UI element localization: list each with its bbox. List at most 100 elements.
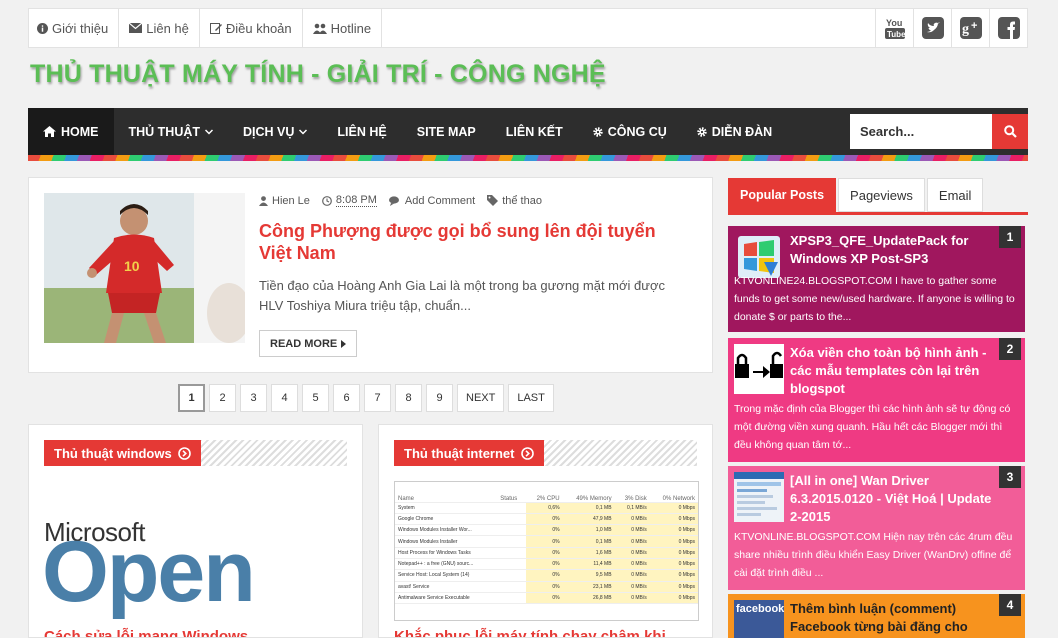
table-cell: 0 MB/s xyxy=(614,592,650,605)
page-last[interactable]: LAST xyxy=(508,384,554,412)
nav-item-contact[interactable]: LIÊN HỆ xyxy=(322,108,401,155)
popular-post-title: Xóa viền cho toàn bộ hình ảnh - các mẫu … xyxy=(790,345,987,396)
page-link[interactable]: 8 xyxy=(395,384,422,412)
top-link-about[interactable]: Giới thiệu xyxy=(29,9,120,47)
table-cell: Windows Modules Installer xyxy=(395,535,498,548)
popular-post-desc: Trong mặc định của Blogger thì các hình … xyxy=(734,403,1011,451)
category-caption[interactable]: Cách sửa lỗi mạng Windows... xyxy=(44,628,261,637)
nav-item-tools[interactable]: CÔNG CỤ xyxy=(578,108,682,155)
main-nav: HOME THỦ THUẬT DỊCH VỤ LIÊN HỆ SITE MAP … xyxy=(28,108,1028,155)
top-link-label: Liên hệ xyxy=(146,20,189,36)
top-link-terms[interactable]: Điều khoản xyxy=(200,9,303,47)
table-cell xyxy=(497,547,527,559)
page-link[interactable]: 2 xyxy=(209,384,236,412)
table-cell: 0% xyxy=(526,524,563,537)
category-image[interactable]: Microsoft Open xyxy=(44,481,349,621)
google-plus-link[interactable]: g + xyxy=(951,9,989,47)
arrow-circle-right-icon xyxy=(520,446,534,460)
table-cell: 0 Mbps xyxy=(649,581,698,593)
popular-post-rank: 4 xyxy=(999,594,1021,616)
page-link[interactable]: 3 xyxy=(240,384,267,412)
table-cell: 47,9 MB xyxy=(562,513,615,526)
category-label[interactable]: Thủ thuật internet xyxy=(394,440,544,466)
search-input[interactable] xyxy=(850,114,992,149)
page-link[interactable]: 4 xyxy=(271,384,298,412)
table-cell xyxy=(497,558,527,571)
table-cell: 0% xyxy=(526,513,563,526)
table-cell xyxy=(497,513,527,526)
page-next[interactable]: NEXT xyxy=(457,384,505,412)
youtube-icon: You Tube xyxy=(884,18,906,39)
tab-email[interactable]: Email xyxy=(926,178,984,212)
popular-post-item[interactable]: 4 facebook Thêm bình luận (comment) Face… xyxy=(728,594,1025,638)
tag-icon xyxy=(487,195,499,206)
nav-item-label: LIÊN HỆ xyxy=(337,124,387,139)
nav-item-tips[interactable]: THỦ THUẬT xyxy=(114,108,229,155)
page-link[interactable]: 1 xyxy=(178,384,205,412)
post-time[interactable]: 8:08 PM xyxy=(322,194,377,207)
table-header: 2% CPU xyxy=(526,482,563,503)
svg-text:g: g xyxy=(962,22,969,37)
page-link[interactable]: 7 xyxy=(364,384,391,412)
top-link-label: Điều khoản xyxy=(225,20,292,36)
svg-text:+: + xyxy=(971,20,977,32)
popular-post-item[interactable]: 3 [All in one] Wan Driver 6.3.2015.0120 … xyxy=(728,466,1025,590)
table-cell: Antimalware Service Executable xyxy=(395,592,498,605)
category-label[interactable]: Thủ thuật windows xyxy=(44,440,201,466)
category-header: Thủ thuật windows xyxy=(44,440,347,466)
top-link-hotline[interactable]: Hotline xyxy=(303,9,383,47)
top-link-contact[interactable]: Liên hệ xyxy=(119,9,200,47)
table-cell: 0 MB/s xyxy=(614,558,650,571)
youtube-link[interactable]: You Tube xyxy=(875,9,913,47)
table-cell xyxy=(497,502,527,514)
popular-post-item[interactable]: 1 XPSP3_QFE_UpdatePack for Windows XP Po… xyxy=(728,226,1025,332)
nav-item-sitemap[interactable]: SITE MAP xyxy=(402,108,491,155)
nav-item-services[interactable]: DỊCH VỤ xyxy=(228,108,322,155)
table-row: System 0,6% 0,1 MB 0,1 MB/s 0 Mbps xyxy=(395,502,698,514)
post-author[interactable]: Hien Le xyxy=(259,195,310,207)
gear-icon xyxy=(593,126,603,137)
nav-item-links[interactable]: LIÊN KẾT xyxy=(491,108,578,155)
svg-text:Tube: Tube xyxy=(887,30,906,39)
edit-icon xyxy=(209,23,222,34)
search-button[interactable] xyxy=(992,114,1028,149)
post-title[interactable]: Công Phượng được gọi bổ sung lên đội tuy… xyxy=(259,220,689,264)
driver-software-image xyxy=(734,472,784,522)
twitter-link[interactable] xyxy=(913,9,951,47)
page-link[interactable]: 9 xyxy=(426,384,453,412)
page-link[interactable]: 5 xyxy=(302,384,329,412)
page-link[interactable]: 6 xyxy=(333,384,360,412)
nav-item-home[interactable]: HOME xyxy=(28,108,114,155)
table-cell: 0 Mbps xyxy=(649,513,698,526)
popular-post-item[interactable]: 2 Xóa viền cho toàn bộ hình ảnh - các mẫ… xyxy=(728,338,1025,462)
envelope-icon xyxy=(129,23,143,33)
post-tag[interactable]: thể thao xyxy=(487,195,542,207)
table-header-row: Name Status 2% CPU 49% Memory 3% Disk 0%… xyxy=(395,482,698,503)
table-cell xyxy=(497,569,527,582)
table-header: 0% Network xyxy=(649,482,698,503)
facebook-link[interactable] xyxy=(989,9,1027,47)
category-caption[interactable]: Khắc phục lỗi máy tính chạy chậm khi... xyxy=(394,628,678,637)
table-cell: 1,0 MB xyxy=(562,524,615,537)
read-more-button[interactable]: READ MORE xyxy=(259,330,358,357)
table-cell: 26,8 MB xyxy=(562,592,615,605)
tab-popular-posts[interactable]: Popular Posts xyxy=(728,178,837,212)
post-thumbnail[interactable]: 10 xyxy=(44,193,245,343)
info-icon xyxy=(37,22,48,34)
table-cell: 0 Mbps xyxy=(649,524,698,537)
table-cell: 11,4 MB xyxy=(562,558,615,571)
table-cell: 0 MB/s xyxy=(614,535,650,548)
table-header: 3% Disk xyxy=(614,482,650,503)
table-row: Host Process for Windows Tasks 0% 1,6 MB 0 … xyxy=(395,547,698,559)
facebook-icon xyxy=(997,17,1020,39)
top-link-label: Hotline xyxy=(330,20,372,36)
nav-item-forum[interactable]: DIỄN ĐÀN xyxy=(682,108,787,155)
table-cell xyxy=(497,524,527,537)
facebook-image: facebook xyxy=(734,600,784,638)
task-manager-image[interactable]: Name Status 2% CPU 49% Memory 3% Disk 0%… xyxy=(394,481,699,621)
tab-pageviews[interactable]: Pageviews xyxy=(838,178,925,212)
post-comments[interactable]: Add Comment xyxy=(388,195,475,207)
popular-post-title: XPSP3_QFE_UpdatePack for Windows XP Post… xyxy=(790,233,969,266)
popular-post-rank: 1 xyxy=(999,226,1021,248)
site-title[interactable]: THỦ THUẬT MÁY TÍNH - GIẢI TRÍ - CÔNG NGH… xyxy=(30,60,606,89)
